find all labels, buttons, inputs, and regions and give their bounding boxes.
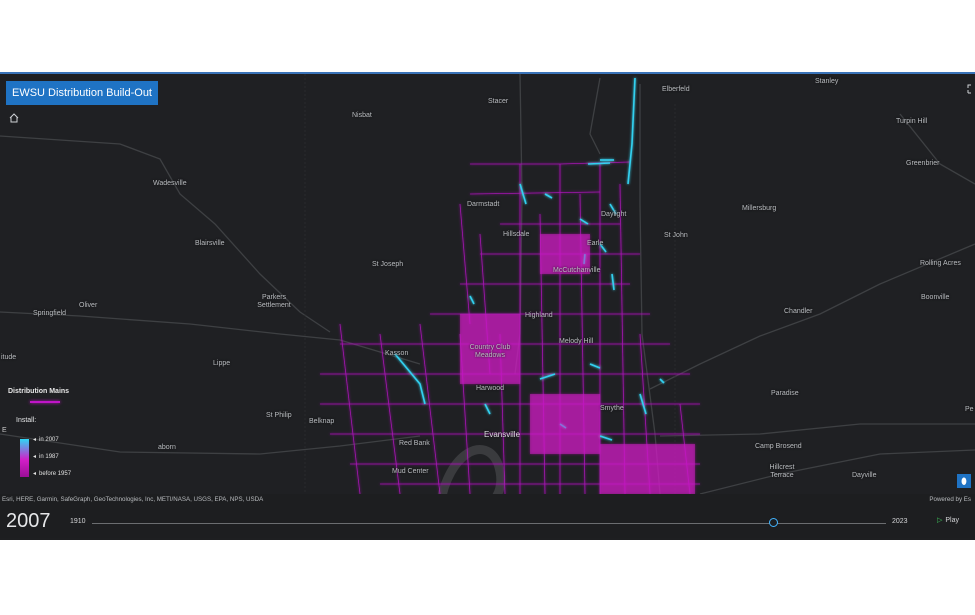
place-label: Red Bank — [399, 440, 430, 447]
place-label: Nisbat — [352, 112, 372, 119]
place-label: Lippe — [213, 360, 231, 367]
current-year: 2007 — [6, 510, 51, 532]
place-label: aborn — [158, 444, 176, 451]
place-label: Harwood — [476, 385, 505, 392]
home-button[interactable] — [8, 112, 20, 124]
place-label: St Joseph — [372, 261, 404, 268]
place-label: Pe — [965, 406, 974, 413]
place-label: Dayville — [852, 472, 877, 479]
place-label: Boonville — [921, 294, 950, 301]
place-label: Elberfeld — [662, 86, 690, 93]
place-label: Belknap — [309, 418, 335, 425]
place-label: Greenbrier — [906, 160, 940, 167]
place-label: St John — [664, 232, 688, 239]
app-title: EWSU Distribution Build-Out — [6, 81, 158, 105]
play-icon: ▷ — [937, 517, 943, 524]
place-label: Daylight — [601, 211, 627, 218]
distribution-network — [320, 77, 700, 504]
fullscreen-icon — [967, 84, 971, 94]
place-label: Stacer — [488, 98, 509, 105]
place-label: Turpin Hill — [896, 118, 928, 125]
locate-button[interactable]: ⬮ — [957, 474, 971, 488]
legend: Distribution Mains Install: in 2007 in 1… — [8, 388, 88, 477]
place-label: Rolling Acres — [920, 260, 961, 267]
edge-label: E — [2, 427, 7, 434]
place-label: Blairsville — [195, 240, 225, 247]
time-slider: 2007 1910 2023 ▷ Play — [0, 506, 975, 538]
place-label: itude — [1, 354, 17, 361]
place-label: Wadesville — [153, 180, 187, 187]
slider-min-label: 1910 — [70, 518, 86, 525]
place-label: Mud Center — [392, 468, 429, 475]
slider-track[interactable] — [92, 523, 886, 524]
place-label: Highland — [525, 312, 553, 319]
map-view[interactable]: Stanley Elberfeld Stacer Nisbat Turpin H… — [0, 74, 975, 506]
place-label: Springfield — [33, 310, 67, 317]
legend-stop: in 2007 — [33, 436, 59, 443]
legend-title: Distribution Mains — [8, 388, 70, 395]
play-button[interactable]: ▷ Play — [937, 516, 959, 524]
place-label: Smythe — [600, 405, 624, 412]
legend-stop: in 1987 — [33, 453, 59, 460]
place-label: Evansville — [484, 430, 521, 439]
home-icon — [9, 113, 19, 123]
play-label: Play — [945, 517, 960, 524]
map-canvas — [0, 74, 975, 506]
place-label: Millersburg — [742, 205, 777, 212]
county-boundary — [304, 74, 676, 506]
place-label: Paradise — [771, 390, 799, 397]
place-label: McCutchanville — [553, 267, 601, 274]
place-label: Country Club Meadows — [469, 344, 511, 359]
place-label: Chandler — [784, 308, 813, 315]
place-label: Camp Brosend — [755, 443, 802, 450]
legend-line-sample — [30, 401, 60, 403]
attribution-text: Esri, HERE, Garmin, SafeGraph, GeoTechno… — [2, 496, 264, 503]
place-label: St Philip — [266, 412, 292, 419]
locate-icon: ⬮ — [961, 476, 967, 486]
slider-thumb[interactable] — [768, 518, 778, 527]
place-label: Earle — [587, 240, 604, 247]
place-label: Hillcrest Terrace — [769, 464, 795, 479]
place-label: Parkers Settlement — [257, 294, 291, 309]
place-label: Oliver — [79, 302, 98, 309]
place-label: Darmstadt — [467, 201, 500, 208]
map-app: Stanley Elberfeld Stacer Nisbat Turpin H… — [0, 72, 975, 540]
place-label: Hillsdale — [503, 231, 530, 238]
place-label: Stanley — [815, 78, 839, 85]
place-label: Kasson — [385, 350, 409, 357]
place-label: Melody Hill — [559, 338, 594, 345]
legend-install-label: Install: — [16, 417, 37, 424]
legend-color-ramp — [20, 439, 29, 477]
legend-stop: before 1957 — [33, 470, 71, 477]
attribution-bar: Esri, HERE, Garmin, SafeGraph, GeoTechno… — [0, 494, 975, 506]
slider-max-label: 2023 — [892, 518, 908, 525]
powered-by-link[interactable]: Powered by Es — [929, 494, 971, 506]
